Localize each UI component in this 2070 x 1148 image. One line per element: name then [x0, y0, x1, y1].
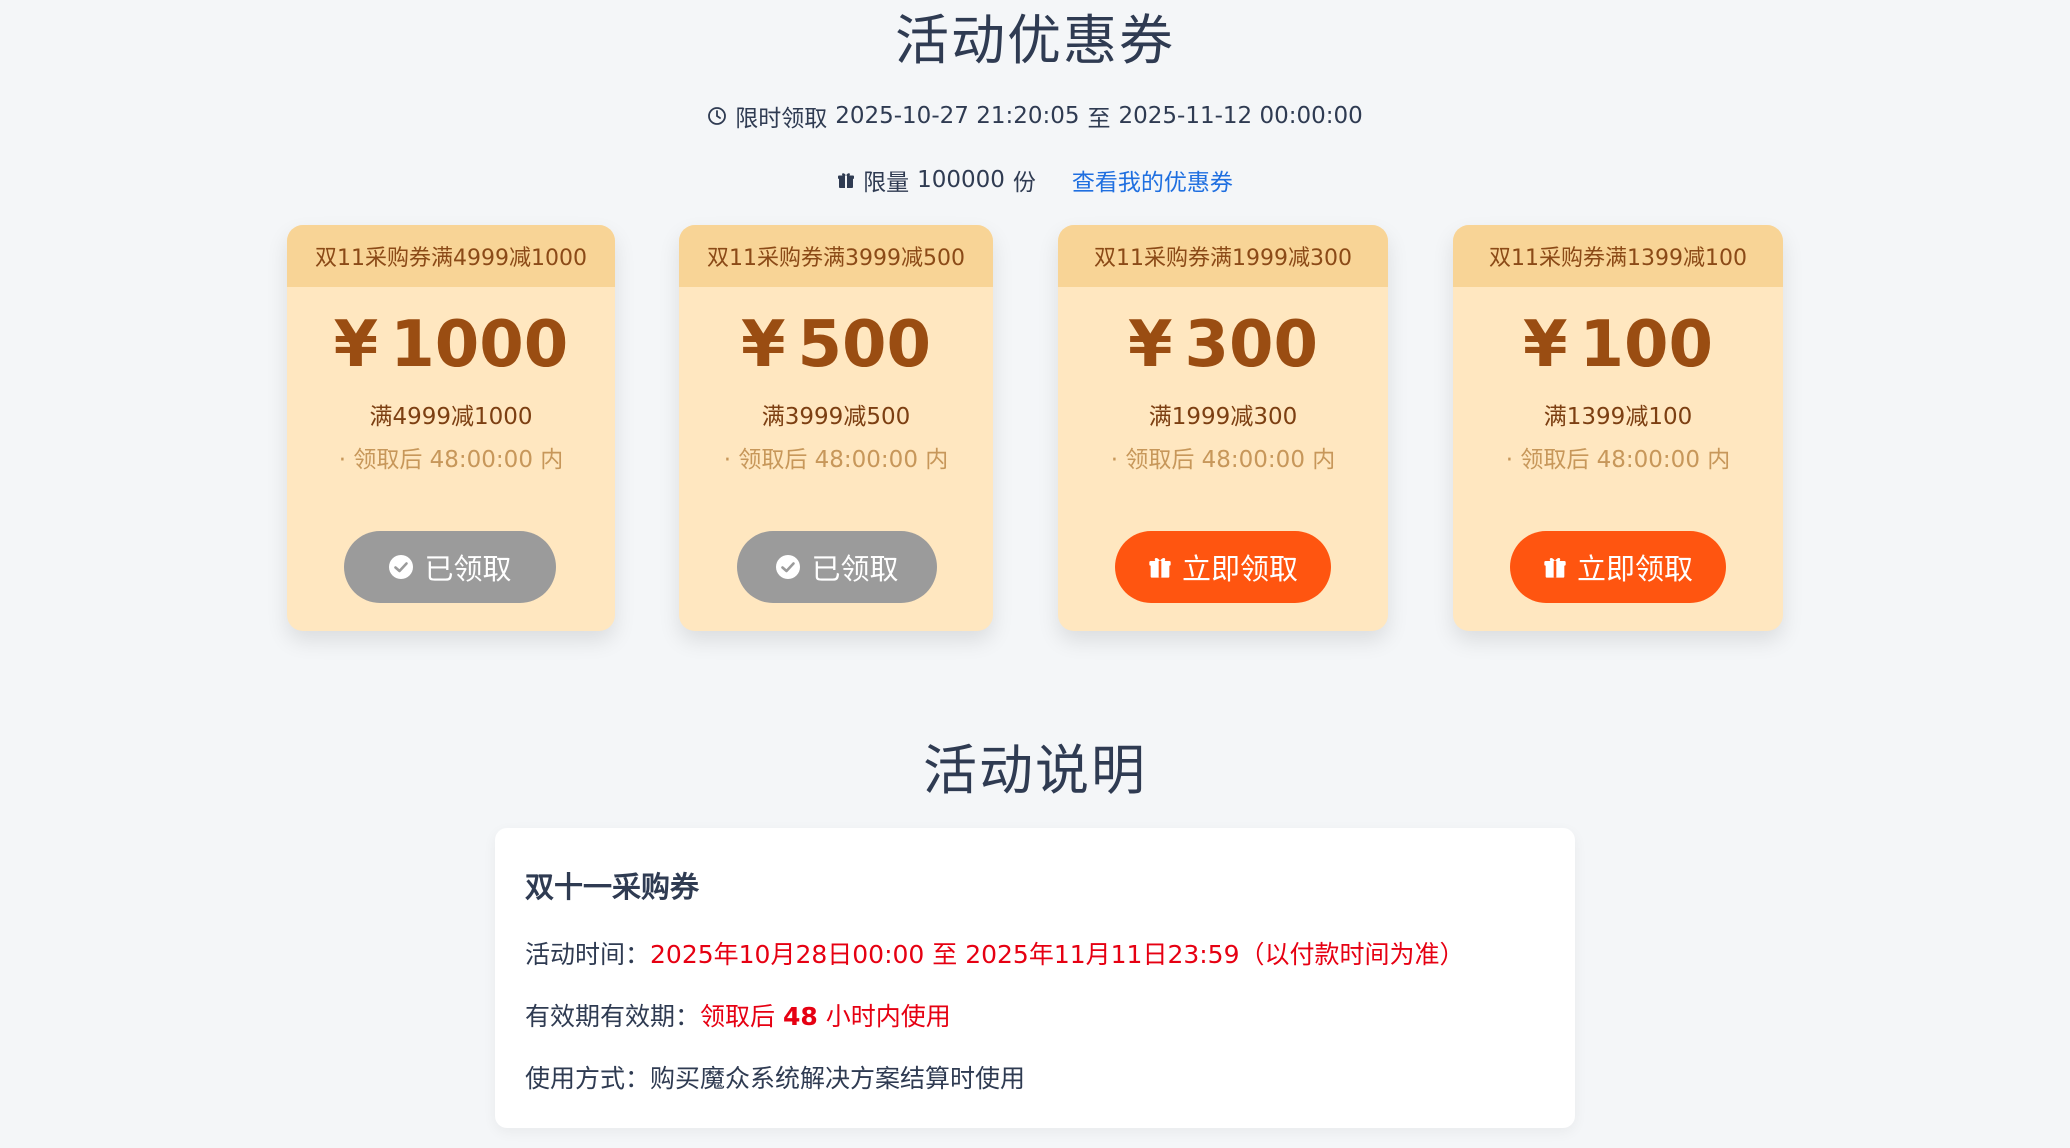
- currency-symbol: ¥: [1522, 308, 1568, 382]
- check-circle-icon: [388, 554, 414, 580]
- usage-line: 使用方式：购买魔众系统解决方案结算时使用: [525, 1059, 1025, 1095]
- claim-now-button[interactable]: 立即领取: [1115, 531, 1331, 603]
- section-title: 活动说明: [923, 738, 1147, 802]
- gift-icon: [1543, 555, 1567, 579]
- coupon-title: 双11采购券满4999减1000: [287, 225, 615, 287]
- coupon-condition: 满1399减100: [1543, 404, 1693, 430]
- coupon-validity: · 领取后 48:00:00 内: [1505, 447, 1731, 473]
- coupon-condition: 满3999减500: [761, 404, 911, 430]
- validity-label: 有效期有效期：: [525, 1002, 701, 1031]
- claimed-button-label: 已领取: [424, 552, 512, 586]
- coupon-amount: ¥ 100: [1453, 305, 1783, 385]
- claimed-button-label: 已领取: [811, 552, 899, 586]
- gift-icon: [837, 171, 855, 189]
- coupon-card: 双11采购券满1399减100 ¥ 100 满1399减100 · 领取后 48…: [1453, 225, 1783, 631]
- page-title: 活动优惠券: [895, 8, 1175, 72]
- quantity-limit-unit: 份: [1012, 170, 1036, 196]
- currency-symbol: ¥: [740, 308, 786, 382]
- validity-prefix: 领取后: [700, 1002, 783, 1031]
- validity-line: 有效期有效期：领取后 48 小时内使用: [525, 997, 951, 1033]
- activity-time-value: 2025年10月28日00:00 至 2025年11月11日23:59（以付款时…: [650, 940, 1465, 969]
- coupon-title: 双11采购券满3999减500: [679, 225, 993, 287]
- coupon-amount-value: 1000: [390, 308, 569, 382]
- coupon-condition: 满4999减1000: [369, 404, 533, 430]
- coupon-amount: ¥ 1000: [287, 305, 615, 385]
- claim-period: 限时领取 2025-10-27 21:20:05 至 2025-11-12 00…: [0, 96, 2070, 136]
- clock-icon: [707, 106, 727, 126]
- check-circle-icon: [775, 554, 801, 580]
- validity-hours: 48: [782, 1002, 818, 1031]
- claimed-button[interactable]: 已领取: [344, 531, 556, 603]
- coupon-card: 双11采购券满3999减500 ¥ 500 满3999减500 · 领取后 48…: [679, 225, 993, 631]
- claimed-button[interactable]: 已领取: [737, 531, 937, 603]
- coupon-condition: 满1999减300: [1148, 404, 1298, 430]
- coupon-card: 双11采购券满4999减1000 ¥ 1000 满4999减1000 · 领取后…: [287, 225, 615, 631]
- claim-now-button[interactable]: 立即领取: [1510, 531, 1726, 603]
- claim-period-start: 2025-10-27 21:20:05: [835, 103, 1080, 129]
- gift-icon: [1148, 555, 1172, 579]
- coupon-validity: · 领取后 48:00:00 内: [1110, 447, 1336, 473]
- coupon-validity: · 领取后 48:00:00 内: [723, 447, 949, 473]
- coupon-amount: ¥ 500: [679, 305, 993, 385]
- quantity-limit-count: 100000: [917, 167, 1005, 193]
- coupon-validity: · 领取后 48:00:00 内: [338, 447, 564, 473]
- usage-label: 使用方式：: [525, 1064, 651, 1093]
- claim-period-prefix: 限时领取: [735, 106, 828, 132]
- currency-symbol: ¥: [333, 308, 379, 382]
- currency-symbol: ¥: [1127, 308, 1173, 382]
- claim-now-button-label: 立即领取: [1181, 552, 1298, 586]
- details-card-title: 双十一采购券: [525, 870, 700, 904]
- activity-time-line: 活动时间：2025年10月28日00:00 至 2025年11月11日23:59…: [525, 935, 1465, 971]
- coupon-amount-value: 300: [1184, 308, 1319, 382]
- quantity-limit-prefix: 限量: [863, 170, 910, 196]
- coupon-amount-value: 100: [1579, 308, 1714, 382]
- coupon-title: 双11采购券满1399减100: [1453, 225, 1783, 287]
- coupon-amount: ¥ 300: [1058, 305, 1388, 385]
- usage-value: 购买魔众系统解决方案结算时使用: [650, 1064, 1026, 1093]
- claim-now-button-label: 立即领取: [1576, 552, 1693, 586]
- activity-details-card: 双十一采购券 活动时间：2025年10月28日00:00 至 2025年11月1…: [495, 828, 1575, 1128]
- activity-time-label: 活动时间：: [525, 940, 651, 969]
- claim-period-separator: 至: [1087, 106, 1111, 132]
- coupon-title: 双11采购券满1999减300: [1058, 225, 1388, 287]
- coupon-amount-value: 500: [797, 308, 932, 382]
- my-coupons-link[interactable]: 查看我的优惠券: [1072, 163, 1233, 197]
- claim-period-end: 2025-11-12 00:00:00: [1118, 103, 1363, 129]
- validity-suffix: 小时内使用: [817, 1002, 951, 1031]
- coupon-card: 双11采购券满1999减300 ¥ 300 满1999减300 · 领取后 48…: [1058, 225, 1388, 631]
- quantity-limit-row: 限量 100000 份 查看我的优惠券: [0, 160, 2070, 200]
